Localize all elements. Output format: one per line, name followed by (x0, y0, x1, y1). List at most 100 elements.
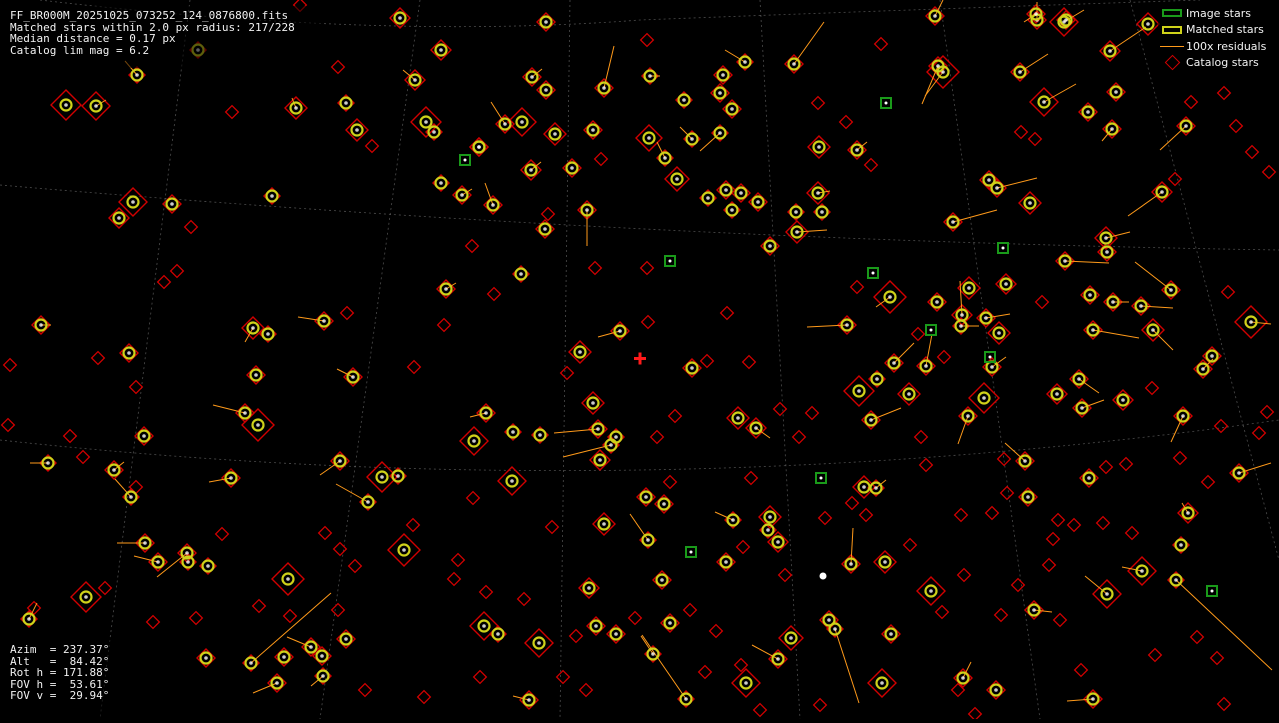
catalog-star (697, 664, 713, 680)
star-core (994, 688, 998, 692)
star-core (651, 652, 655, 656)
residual-line (1250, 321, 1272, 325)
catalog-star (1228, 118, 1244, 134)
fov-v-text: FOV v = 29.94° (10, 689, 110, 702)
catalog-star (1167, 171, 1183, 187)
star-core (730, 107, 734, 111)
catalog-star (967, 706, 983, 719)
star-core (251, 326, 255, 330)
star-core (618, 329, 622, 333)
star-core (398, 16, 402, 20)
star-core (984, 316, 988, 320)
star-core (366, 500, 370, 504)
star-core (1034, 12, 1038, 16)
star-core (961, 676, 965, 680)
catalog-star (486, 286, 502, 302)
star-core (875, 377, 879, 381)
catalog-star (1010, 577, 1026, 593)
catalog-star (317, 525, 333, 541)
star-core (129, 495, 133, 499)
legend-item-image-stars: Image stars (1158, 5, 1276, 22)
star-core (884, 101, 888, 105)
catalog-star (1213, 418, 1229, 434)
star-core (135, 73, 139, 77)
star-core (1237, 471, 1241, 475)
star-core (889, 632, 893, 636)
residual-line (1152, 329, 1174, 351)
star-core (684, 697, 688, 701)
star-core (1080, 406, 1084, 410)
catalog-star (682, 602, 698, 618)
catalog-star (516, 591, 532, 607)
star-core (186, 560, 190, 564)
residual-line (1066, 698, 1094, 702)
star-core (27, 617, 31, 621)
catalog-star (364, 138, 380, 154)
star-core (1160, 190, 1164, 194)
catalog-star (817, 510, 833, 526)
star-core (322, 319, 326, 323)
catalog-star (741, 354, 757, 370)
star-core (880, 681, 884, 685)
star-core (1111, 300, 1115, 304)
catalog-star (282, 608, 298, 624)
star-core (254, 373, 258, 377)
catalog-star (1095, 515, 1111, 531)
star-core (1146, 22, 1150, 26)
star-core (1087, 476, 1091, 480)
star-core (444, 287, 448, 291)
star-core (424, 120, 428, 124)
star-core (1186, 511, 1190, 515)
catalog-star (804, 405, 820, 421)
catalog-star (1098, 459, 1114, 475)
star-core (527, 698, 531, 702)
catalog-star (1041, 557, 1057, 573)
catalog-star (183, 219, 199, 235)
grid-line (0, 184, 1279, 251)
catalog-star (1172, 450, 1188, 466)
catalog-star (772, 401, 788, 417)
median-distance-text: Median distance = 0.17 px (10, 32, 176, 45)
star-core (1181, 414, 1185, 418)
catalog-star (406, 359, 422, 375)
star-core (929, 589, 933, 593)
star-core (530, 75, 534, 79)
catalog-star (1261, 164, 1277, 180)
star-core (1210, 354, 1214, 358)
catalog-star (1147, 647, 1163, 663)
catalog-star (743, 470, 759, 486)
catalog-star (719, 305, 735, 321)
catalog-star (863, 157, 879, 173)
catalog-star (1045, 531, 1061, 547)
star-core (789, 636, 793, 640)
catalog-star (639, 260, 655, 276)
catalog-star (559, 365, 575, 381)
star-core (935, 300, 939, 304)
star-core (282, 655, 286, 659)
catalog-star (649, 429, 665, 445)
pointing-info: Azim = 237.37° Alt = 84.42° Rot h = 171.88… (4, 640, 126, 723)
star-core (754, 426, 758, 430)
star-core (776, 540, 780, 544)
star-core (275, 681, 279, 685)
catalog-star (1216, 85, 1232, 101)
star-core (491, 203, 495, 207)
catalog-star (812, 697, 828, 713)
star-core (1121, 398, 1125, 402)
catalog-star (1200, 474, 1216, 490)
star-core (967, 286, 971, 290)
star-core (743, 60, 747, 64)
star-core (64, 103, 68, 107)
star-core (344, 101, 348, 105)
catalog-star (993, 607, 1009, 623)
header-info: FF_BR000M_20251025_073252_124_0876800.fi… (4, 6, 324, 68)
star-core (744, 681, 748, 685)
catalog-star (1251, 425, 1267, 441)
catalog-star (75, 449, 91, 465)
star-core (1174, 578, 1178, 582)
star-core (820, 210, 824, 214)
residual-line (952, 209, 998, 223)
star-core (206, 564, 210, 568)
star-core (1114, 90, 1118, 94)
star-core (736, 416, 740, 420)
